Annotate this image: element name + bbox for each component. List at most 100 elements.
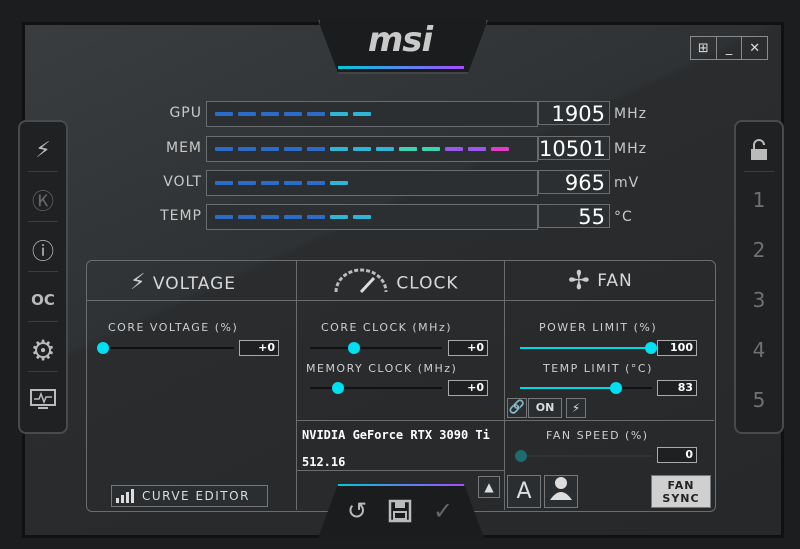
bar-segment bbox=[353, 147, 371, 151]
right-sidebar: 1 2 3 4 5 bbox=[734, 120, 784, 434]
left-sidebar: ⚡ Ⓚ ⓘ OC ⚙ bbox=[18, 120, 68, 434]
volt-label: VOLT bbox=[163, 174, 202, 190]
power-limit-slider-knob[interactable] bbox=[645, 342, 657, 354]
msi-logo: msi bbox=[367, 20, 433, 60]
gpu-label: GPU bbox=[169, 105, 202, 121]
profile-4-button[interactable]: 4 bbox=[736, 328, 782, 372]
bar-segment bbox=[353, 112, 371, 116]
temp-label: TEMP bbox=[160, 208, 202, 224]
bar-segment bbox=[307, 181, 325, 185]
temp-unit: °C bbox=[614, 209, 633, 225]
gpu-name: NVIDIA GeForce RTX 3090 Ti bbox=[302, 428, 490, 442]
temp-limit-input[interactable]: 83 bbox=[657, 380, 697, 396]
memory-clock-label: MEMORY CLOCK (MHz) bbox=[306, 362, 458, 375]
kombustor-icon[interactable]: ⚡ bbox=[20, 128, 66, 172]
monitor-icon[interactable] bbox=[20, 378, 66, 422]
core-voltage-input[interactable]: +0 bbox=[239, 340, 279, 356]
bar-segment bbox=[215, 147, 233, 151]
temp-limit-slider-fill bbox=[520, 387, 616, 389]
temp-value: 55 bbox=[538, 204, 610, 229]
bar-segment bbox=[284, 215, 302, 219]
temp-limit-slider-knob[interactable] bbox=[610, 382, 622, 394]
fan-sync-button[interactable]: FAN SYNC bbox=[651, 475, 711, 508]
divider bbox=[504, 260, 505, 510]
core-clock-input[interactable]: +0 bbox=[448, 340, 488, 356]
save-icon[interactable] bbox=[385, 496, 415, 526]
user-fan-button[interactable] bbox=[544, 475, 578, 508]
divider bbox=[296, 260, 297, 510]
curve-editor-button[interactable]: CURVE EDITOR bbox=[111, 485, 268, 507]
memory-clock-slider-track[interactable] bbox=[310, 387, 442, 389]
bar-segment bbox=[399, 147, 417, 151]
bar-segment bbox=[261, 215, 279, 219]
bar-segment bbox=[238, 215, 256, 219]
core-voltage-label: CORE VOLTAGE (%) bbox=[108, 321, 239, 334]
profile-1-button[interactable]: 1 bbox=[736, 178, 782, 222]
fan-speed-input[interactable]: 0 bbox=[657, 447, 697, 463]
close-button[interactable]: ✕ bbox=[742, 37, 767, 59]
windows-icon[interactable]: ⊞ bbox=[691, 37, 717, 59]
voltage-header: ⚡ VOLTAGE bbox=[130, 270, 236, 295]
bar-segment bbox=[445, 147, 463, 151]
oc-scanner-icon[interactable]: OC bbox=[20, 278, 66, 322]
lightning-icon[interactable]: ⚡ bbox=[566, 398, 586, 418]
lock-icon[interactable] bbox=[736, 128, 782, 172]
bar-segment bbox=[261, 181, 279, 185]
bar-segment bbox=[238, 112, 256, 116]
apply-check-icon[interactable]: ✓ bbox=[428, 496, 458, 526]
bar-segment bbox=[376, 147, 394, 151]
fan-speed-slider-track[interactable] bbox=[520, 455, 652, 457]
profile-2-button[interactable]: 2 bbox=[736, 228, 782, 272]
driver-version: 512.16 bbox=[302, 455, 346, 469]
bar-segment bbox=[330, 112, 348, 116]
user-icon bbox=[550, 477, 572, 500]
bar-segment bbox=[238, 181, 256, 185]
memory-clock-slider-knob[interactable] bbox=[332, 382, 344, 394]
core-voltage-slider-knob[interactable] bbox=[97, 342, 109, 354]
k-icon[interactable]: Ⓚ bbox=[20, 178, 66, 222]
bottom-accent-line bbox=[338, 484, 464, 486]
bar-segment bbox=[330, 215, 348, 219]
mem-value: 10501 bbox=[538, 136, 610, 161]
bar-segment bbox=[307, 112, 325, 116]
power-limit-label: POWER LIMIT (%) bbox=[539, 321, 658, 334]
auto-fan-button[interactable]: A bbox=[507, 475, 541, 508]
link-on-toggle[interactable]: ON bbox=[528, 398, 562, 418]
core-voltage-slider-track[interactable] bbox=[102, 347, 234, 349]
core-clock-slider-track[interactable] bbox=[310, 347, 442, 349]
profile-5-button[interactable]: 5 bbox=[736, 378, 782, 422]
fan-header: ✢ FAN bbox=[568, 266, 633, 296]
gauge-icon bbox=[332, 268, 390, 299]
divider bbox=[87, 300, 714, 301]
reset-icon[interactable]: ↺ bbox=[342, 496, 372, 526]
divider bbox=[296, 470, 504, 471]
bar-segment bbox=[307, 147, 325, 151]
bar-segment bbox=[215, 181, 233, 185]
clock-title: CLOCK bbox=[396, 273, 459, 294]
lightning-icon: ⚡ bbox=[130, 270, 147, 295]
core-clock-slider-knob[interactable] bbox=[348, 342, 360, 354]
gpu-value: 1905 bbox=[538, 101, 610, 126]
curve-editor-icon bbox=[115, 488, 135, 508]
info-icon[interactable]: ⓘ bbox=[20, 228, 66, 272]
settings-gear-icon[interactable]: ⚙ bbox=[20, 328, 66, 372]
clock-header: CLOCK bbox=[332, 268, 459, 299]
mem-bar bbox=[206, 136, 538, 162]
divider bbox=[296, 420, 714, 421]
fan-title: FAN bbox=[597, 271, 633, 291]
curve-editor-label: CURVE EDITOR bbox=[142, 489, 250, 503]
mem-label: MEM bbox=[165, 140, 202, 156]
bar-segment bbox=[284, 112, 302, 116]
fan-speed-slider-knob[interactable] bbox=[515, 450, 527, 462]
memory-clock-input[interactable]: +0 bbox=[448, 380, 488, 396]
profile-3-button[interactable]: 3 bbox=[736, 278, 782, 322]
temp-bar bbox=[206, 204, 538, 230]
temp-limit-label: TEMP LIMIT (°C) bbox=[543, 362, 653, 375]
expand-up-icon[interactable]: ▲ bbox=[478, 476, 500, 498]
power-limit-input[interactable]: 100 bbox=[657, 340, 697, 356]
gpu-unit: MHz bbox=[614, 106, 647, 122]
volt-unit: mV bbox=[614, 175, 640, 191]
core-clock-label: CORE CLOCK (MHz) bbox=[321, 321, 453, 334]
link-icon[interactable]: 🔗 bbox=[507, 398, 527, 418]
minimize-button[interactable]: _ bbox=[717, 37, 743, 59]
